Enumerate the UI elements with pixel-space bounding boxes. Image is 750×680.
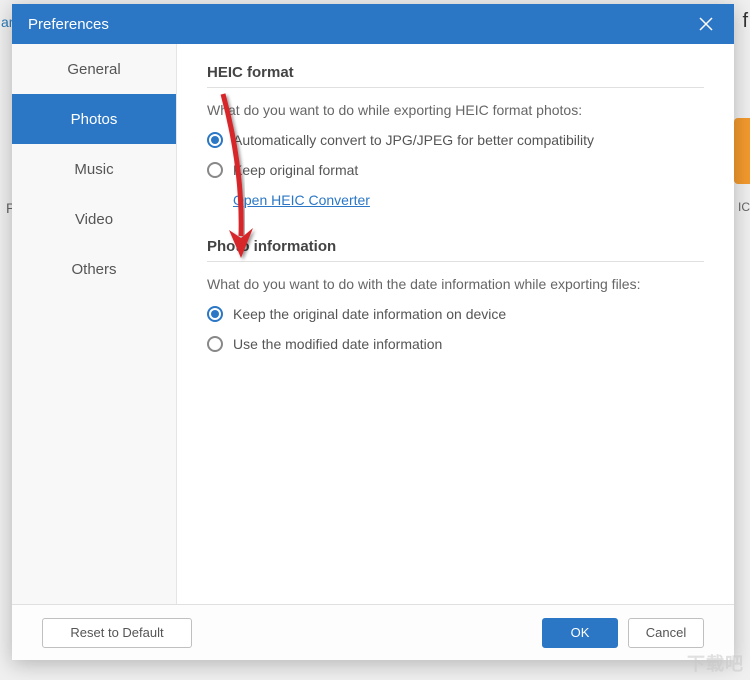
radio-heic-convert[interactable]: Automatically convert to JPG/JPEG for be… — [207, 132, 704, 148]
radio-date-modified[interactable]: Use the modified date information — [207, 336, 704, 352]
sidebar-item-label: Others — [71, 261, 116, 278]
radio-heic-keep[interactable]: Keep original format — [207, 162, 704, 178]
radio-label: Keep the original date information on de… — [233, 306, 506, 322]
radio-label: Keep original format — [233, 162, 358, 178]
sidebar-item-label: Video — [75, 211, 113, 228]
sidebar: General Photos Music Video Others — [12, 44, 177, 604]
section-title-photoinfo: Photo information — [207, 238, 704, 262]
watermark: 下载吧 — [687, 650, 744, 676]
radio-icon — [207, 306, 223, 322]
bg-orange-sliver — [734, 118, 750, 184]
sidebar-item-label: Photos — [71, 111, 118, 128]
cancel-button[interactable]: Cancel — [628, 618, 704, 648]
titlebar: Preferences — [12, 4, 734, 44]
close-icon[interactable] — [694, 12, 718, 36]
sidebar-item-others[interactable]: Others — [12, 244, 176, 294]
radio-icon — [207, 132, 223, 148]
section-desc: What do you want to do with the date inf… — [207, 276, 704, 292]
radio-icon — [207, 336, 223, 352]
sidebar-item-label: Music — [74, 161, 113, 178]
sidebar-item-photos[interactable]: Photos — [12, 94, 176, 144]
sidebar-item-video[interactable]: Video — [12, 194, 176, 244]
dialog-footer: Reset to Default OK Cancel — [12, 604, 734, 660]
content-pane: HEIC format What do you want to do while… — [177, 44, 734, 604]
radio-label: Use the modified date information — [233, 336, 442, 352]
bg-text: f — [742, 10, 748, 33]
sidebar-item-label: General — [67, 61, 120, 78]
reset-to-default-button[interactable]: Reset to Default — [42, 618, 192, 648]
open-heic-converter-link[interactable]: Open HEIC Converter — [233, 192, 370, 208]
radio-icon — [207, 162, 223, 178]
bg-text: IC — [738, 200, 750, 214]
section-title-heic: HEIC format — [207, 64, 704, 88]
radio-date-original[interactable]: Keep the original date information on de… — [207, 306, 704, 322]
sidebar-item-music[interactable]: Music — [12, 144, 176, 194]
section-desc: What do you want to do while exporting H… — [207, 102, 704, 118]
preferences-dialog: Preferences General Photos Music Video O… — [12, 4, 734, 660]
radio-label: Automatically convert to JPG/JPEG for be… — [233, 132, 594, 148]
dialog-title: Preferences — [28, 16, 109, 33]
ok-button[interactable]: OK — [542, 618, 618, 648]
sidebar-item-general[interactable]: General — [12, 44, 176, 94]
